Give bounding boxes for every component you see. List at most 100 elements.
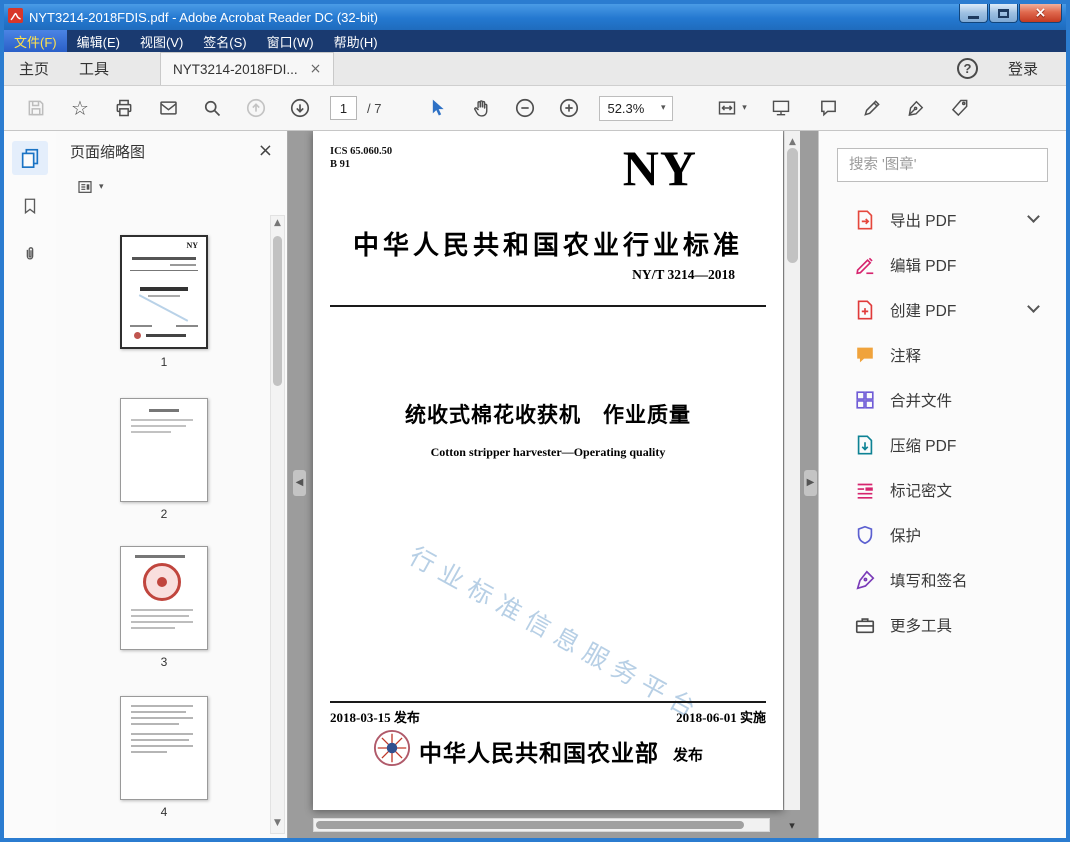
thumbnails-options-button[interactable]: ▾ (56, 171, 287, 203)
chevron-down-icon[interactable] (1027, 210, 1040, 223)
toolbar: ☆ / 7 52.3% ▾ (4, 86, 1066, 131)
thumbnail-page-number: 2 (160, 507, 168, 521)
tool-label: 更多工具 (890, 617, 953, 635)
comment-button[interactable] (808, 91, 848, 125)
options-caret-icon: ▾ (99, 181, 104, 192)
stamp-button[interactable] (940, 91, 980, 125)
tool-label: 标记密文 (890, 482, 953, 500)
highlight-button[interactable] (852, 91, 892, 125)
reading-mode-button[interactable] (761, 91, 801, 125)
zoom-level-value: 52.3% (607, 100, 645, 116)
scrollbar-thumb[interactable] (273, 236, 282, 386)
minimize-button[interactable] (959, 4, 988, 23)
tool-fill-sign[interactable]: 填写和签名 (819, 557, 1066, 602)
menu-edit[interactable]: 编辑(E) (67, 30, 130, 52)
scroll-up-icon[interactable]: ▲ (274, 216, 281, 231)
bookmarks-panel-button[interactable] (12, 189, 48, 223)
collapse-left-panel-button[interactable]: ◀ (293, 470, 306, 496)
document-horizontal-scrollbar[interactable] (313, 818, 770, 832)
zoom-in-button[interactable] (549, 91, 589, 125)
tab-bar-right: ? 登录 (956, 52, 1066, 85)
thumbnail-page-1[interactable]: NY (120, 235, 208, 349)
menu-sign[interactable]: 签名(S) (193, 30, 256, 52)
tool-compress-pdf[interactable]: 压缩 PDF (819, 422, 1066, 467)
minimize-icon (968, 16, 979, 19)
thumbnail-preview: NY (122, 237, 206, 347)
tool-redact[interactable]: 标记密文 (819, 467, 1066, 512)
select-tool-button[interactable] (417, 91, 457, 125)
thumbnails-scrollbar[interactable]: ▲ ▼ (270, 215, 285, 834)
chevron-down-icon[interactable] (1027, 300, 1040, 313)
tool-label: 注释 (890, 347, 922, 365)
page-number-input[interactable] (330, 96, 357, 120)
page-thumbnails-panel-button[interactable] (12, 141, 48, 175)
attachments-panel-button[interactable] (12, 237, 48, 271)
tool-more-tools[interactable]: 更多工具 (819, 602, 1066, 647)
tool-comment[interactable]: 注释 (819, 332, 1066, 377)
tool-edit-pdf[interactable]: 编辑 PDF (819, 242, 1066, 287)
tool-label: 编辑 PDF (890, 257, 957, 275)
save-button[interactable] (16, 91, 56, 125)
thumbnail-page-3[interactable] (120, 546, 208, 650)
tool-label: 导出 PDF (890, 212, 957, 230)
close-button[interactable]: × (1019, 4, 1062, 23)
collapse-right-panel-button[interactable]: ▶ (804, 470, 817, 496)
menu-view[interactable]: 视图(V) (130, 30, 193, 52)
scroll-expand-button[interactable]: ▾ (782, 816, 802, 834)
tool-export-pdf[interactable]: 导出 PDF (819, 197, 1066, 242)
menu-window[interactable]: 窗口(W) (257, 30, 324, 52)
tool-protect[interactable]: 保护 (819, 512, 1066, 557)
fit-width-button[interactable]: ▾ (705, 91, 757, 125)
thumbnail-page-number: 4 (160, 805, 168, 819)
sign-in-button[interactable]: 登录 (1008, 58, 1038, 79)
tab-document[interactable]: NYT3214-2018FDI... × (160, 52, 335, 85)
combine-files-icon (853, 389, 877, 411)
next-page-button[interactable] (280, 91, 320, 125)
page-count-label: / 7 (367, 100, 382, 116)
scrollbar-thumb[interactable] (787, 148, 798, 263)
sign-button[interactable] (896, 91, 936, 125)
zoom-level-dropdown[interactable]: 52.3% ▾ (599, 95, 674, 121)
hand-tool-button[interactable] (461, 91, 501, 125)
help-button[interactable]: ? (956, 58, 978, 79)
title-bar-left: NYT3214-2018FDIS.pdf - Adobe Acrobat Rea… (8, 4, 378, 30)
document-vertical-scrollbar[interactable]: ▲ (784, 131, 800, 810)
tool-create-pdf[interactable]: 创建 PDF (819, 287, 1066, 332)
menu-help[interactable]: 帮助(H) (324, 30, 388, 52)
tool-combine-files[interactable]: 合并文件 (819, 377, 1066, 422)
window-title: NYT3214-2018FDIS.pdf - Adobe Acrobat Rea… (29, 9, 379, 25)
acrobat-window: NYT3214-2018FDIS.pdf - Adobe Acrobat Rea… (0, 0, 1070, 842)
scrollbar-thumb[interactable] (316, 821, 744, 829)
page-thumbnails-panel: 页面缩略图 × ▾ NY 1 2 3 4 ▲ ▼ (56, 131, 288, 838)
scroll-down-icon[interactable]: ▼ (274, 816, 281, 831)
thumbnail-page-4[interactable] (120, 696, 208, 800)
tab-home[interactable]: 主页 (4, 52, 64, 85)
tab-tools[interactable]: 工具 (64, 52, 124, 85)
tools-search-input[interactable] (837, 148, 1048, 182)
search-button[interactable] (192, 91, 232, 125)
fit-width-caret-icon: ▾ (742, 102, 747, 113)
panel-close-icon[interactable]: × (258, 142, 273, 160)
divider-rule (330, 701, 766, 703)
menu-file[interactable]: 文件(F) (4, 30, 67, 52)
favorites-star-button[interactable]: ☆ (60, 91, 100, 125)
annotation-tools-group (808, 91, 980, 125)
print-button[interactable] (104, 91, 144, 125)
more-tools-toolbox-icon (853, 614, 877, 636)
standard-logo: NY (622, 140, 697, 196)
create-pdf-icon (853, 299, 877, 321)
maximize-button[interactable] (989, 4, 1018, 23)
tool-label: 创建 PDF (890, 302, 957, 320)
zoom-out-button[interactable] (505, 91, 545, 125)
zoom-caret-icon: ▾ (660, 102, 666, 113)
issue-date: 2018-03-15 发布 (330, 710, 420, 725)
publish-label: 发布 (673, 748, 704, 764)
email-button[interactable] (148, 91, 188, 125)
previous-page-button[interactable] (236, 91, 276, 125)
ics-code: ICS 65.060.50 B 91 (330, 146, 393, 170)
watermark: 行业标准信息服务平台 (404, 542, 707, 727)
document-area: ICS 65.060.50 B 91 NY 中华人民共和国农业行业标准 NY/T… (288, 131, 818, 838)
thumbnail-page-2[interactable] (120, 398, 208, 502)
tab-close-icon[interactable]: × (310, 62, 322, 76)
tool-label: 保护 (890, 527, 922, 545)
